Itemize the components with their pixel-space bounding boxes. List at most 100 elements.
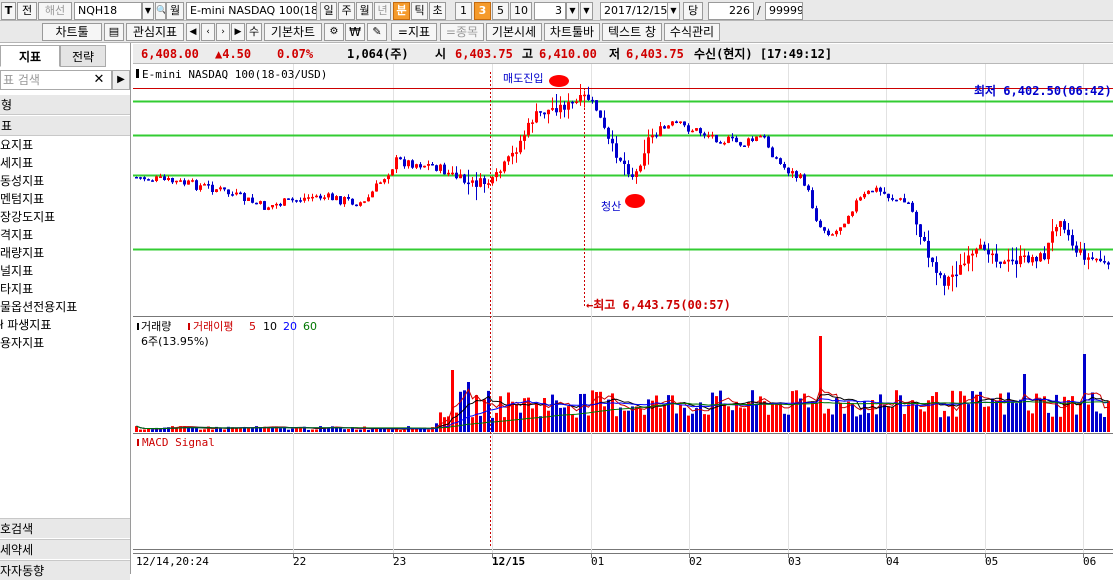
- fav-indicator-button[interactable]: 관심지표: [126, 23, 184, 41]
- jeon-button[interactable]: 전: [17, 2, 37, 20]
- indicator-icon[interactable]: ⚙: [324, 23, 344, 41]
- candle-body: [159, 176, 162, 178]
- volume-bar: [159, 429, 162, 432]
- candle-body: [375, 183, 378, 192]
- candle-body: [243, 193, 246, 201]
- volume-bar: [995, 401, 998, 432]
- search-icon[interactable]: 🔍: [155, 2, 166, 20]
- volume-value: 1,064(주): [347, 47, 409, 61]
- max-count-input[interactable]: 99999: [765, 2, 803, 20]
- x-axis-label: 22: [293, 555, 306, 568]
- period-second-button[interactable]: 초: [429, 2, 446, 20]
- tab-strategy[interactable]: 전략: [60, 45, 106, 67]
- indicator-list-item[interactable]: 요지표: [0, 136, 33, 154]
- candle-body: [1035, 257, 1038, 262]
- tool-icon[interactable]: ✎: [367, 23, 387, 41]
- open-value: 6,403.75: [455, 47, 513, 61]
- period-minute-button[interactable]: 분: [393, 2, 410, 20]
- volume-bar: [679, 404, 682, 432]
- bottom-menu-item[interactable]: 호검색: [0, 518, 130, 538]
- date-input[interactable]: 2017/12/15: [600, 2, 668, 20]
- bottom-menu-item[interactable]: 세약세: [0, 539, 130, 559]
- candle-body: [175, 180, 178, 183]
- interval-1-button[interactable]: 1: [455, 2, 472, 20]
- candle-body: [571, 101, 574, 104]
- interval-3-button[interactable]: 3: [474, 2, 491, 20]
- interval-10-button[interactable]: 10: [510, 2, 532, 20]
- category-indicator[interactable]: 표: [0, 116, 130, 136]
- indicator-list-item[interactable]: ł 파생지표: [0, 316, 51, 334]
- candle-body: [547, 109, 550, 115]
- volume-bar: [735, 401, 738, 432]
- scroll-right-double-button[interactable]: ▶: [231, 23, 245, 41]
- candle-body: [607, 127, 610, 139]
- price-chart[interactable]: E-mini NASDAQ 100(18-03/USD) 최저 6,402.50…: [133, 64, 1113, 574]
- indicator-list-item[interactable]: 멘텀지표: [0, 190, 44, 208]
- candle-body: [875, 187, 878, 192]
- chart-toolbar-button[interactable]: 차트툴바: [544, 23, 600, 41]
- period-month-button[interactable]: 월: [356, 2, 373, 20]
- candle-body: [1015, 260, 1018, 265]
- candle-body: [703, 133, 706, 136]
- quote-bar: 6,408.00 ▲4.50 0.07% 1,064(주) 시 6,403.75…: [133, 44, 1113, 64]
- symbol-dropdown-button[interactable]: ▼: [142, 2, 154, 20]
- volume-bar: [919, 409, 922, 432]
- save-icon[interactable]: ▤: [104, 23, 124, 41]
- interval-value-input[interactable]: 3: [534, 2, 566, 20]
- t-button[interactable]: T: [1, 2, 16, 20]
- candle-body: [431, 164, 434, 166]
- volume-bar: [855, 416, 858, 432]
- candle-body: [231, 194, 234, 196]
- category-type[interactable]: 형: [0, 95, 130, 115]
- haeseon-button[interactable]: 해선: [38, 2, 72, 20]
- dang-button[interactable]: 당: [683, 2, 703, 20]
- text-window-button[interactable]: 텍스트 창: [602, 23, 662, 41]
- symbol-input[interactable]: NQH18: [74, 2, 142, 20]
- volume-bar: [483, 399, 486, 432]
- candle-body: [203, 184, 206, 186]
- interval-dropdown-button[interactable]: ▼: [566, 2, 579, 20]
- basic-quote-button[interactable]: 기본시세: [486, 23, 542, 41]
- tab-indicator[interactable]: 지표: [0, 45, 60, 67]
- period-tick-button[interactable]: 틱: [411, 2, 428, 20]
- x-axis-label: 05: [985, 555, 998, 568]
- indicator-list-item[interactable]: 동성지표: [0, 172, 44, 190]
- won-icon[interactable]: ₩: [345, 23, 365, 41]
- indicator-list-item[interactable]: 용자지표: [0, 334, 44, 352]
- indicator-list-item[interactable]: 타지표: [0, 280, 33, 298]
- volume-bar: [1079, 402, 1082, 432]
- month-button[interactable]: 월: [166, 2, 184, 20]
- interval-5-button[interactable]: 5: [492, 2, 509, 20]
- date-dropdown-button[interactable]: ▼: [667, 2, 680, 20]
- basic-chart-button[interactable]: 기본차트: [264, 23, 322, 41]
- indicator-list-item[interactable]: 세지표: [0, 154, 33, 172]
- clear-search-icon[interactable]: ✕: [90, 72, 108, 88]
- bottom-menu-item[interactable]: 자자동향: [0, 560, 130, 580]
- count-input[interactable]: 226: [708, 2, 754, 20]
- indicator-list-item[interactable]: 래량지표: [0, 244, 44, 262]
- volume-bar: [171, 426, 174, 432]
- period-week-button[interactable]: 주: [338, 2, 355, 20]
- volume-bar: [615, 416, 618, 432]
- indicator-list-item[interactable]: 격지표: [0, 226, 33, 244]
- scroll-right-button[interactable]: ›: [216, 23, 230, 41]
- candle-body: [735, 137, 738, 143]
- sum-button[interactable]: 수: [246, 23, 262, 41]
- volume-bar: [795, 390, 798, 432]
- scroll-left-button[interactable]: ‹: [201, 23, 215, 41]
- scroll-left-double-button[interactable]: ◀: [186, 23, 200, 41]
- indicator-list-item[interactable]: 물옵션전용지표: [0, 298, 77, 316]
- period-year-button[interactable]: 년: [374, 2, 391, 20]
- candle-body: [503, 161, 506, 172]
- item-button[interactable]: =종목: [440, 23, 484, 41]
- volume-bar: [575, 417, 578, 432]
- period-day-button[interactable]: 일: [320, 2, 337, 20]
- indicator-list-item[interactable]: 널지표: [0, 262, 33, 280]
- chart-tool-button[interactable]: 차트툴: [42, 23, 102, 41]
- indicator-button[interactable]: =지표: [391, 23, 437, 41]
- formula-management-button[interactable]: 수식관리: [664, 23, 720, 41]
- search-arrow-icon[interactable]: ▶: [112, 70, 130, 90]
- indicator-list-item[interactable]: 장강도지표: [0, 208, 55, 226]
- volume-bar: [547, 410, 550, 432]
- interval-spin-button[interactable]: ▼: [580, 2, 593, 20]
